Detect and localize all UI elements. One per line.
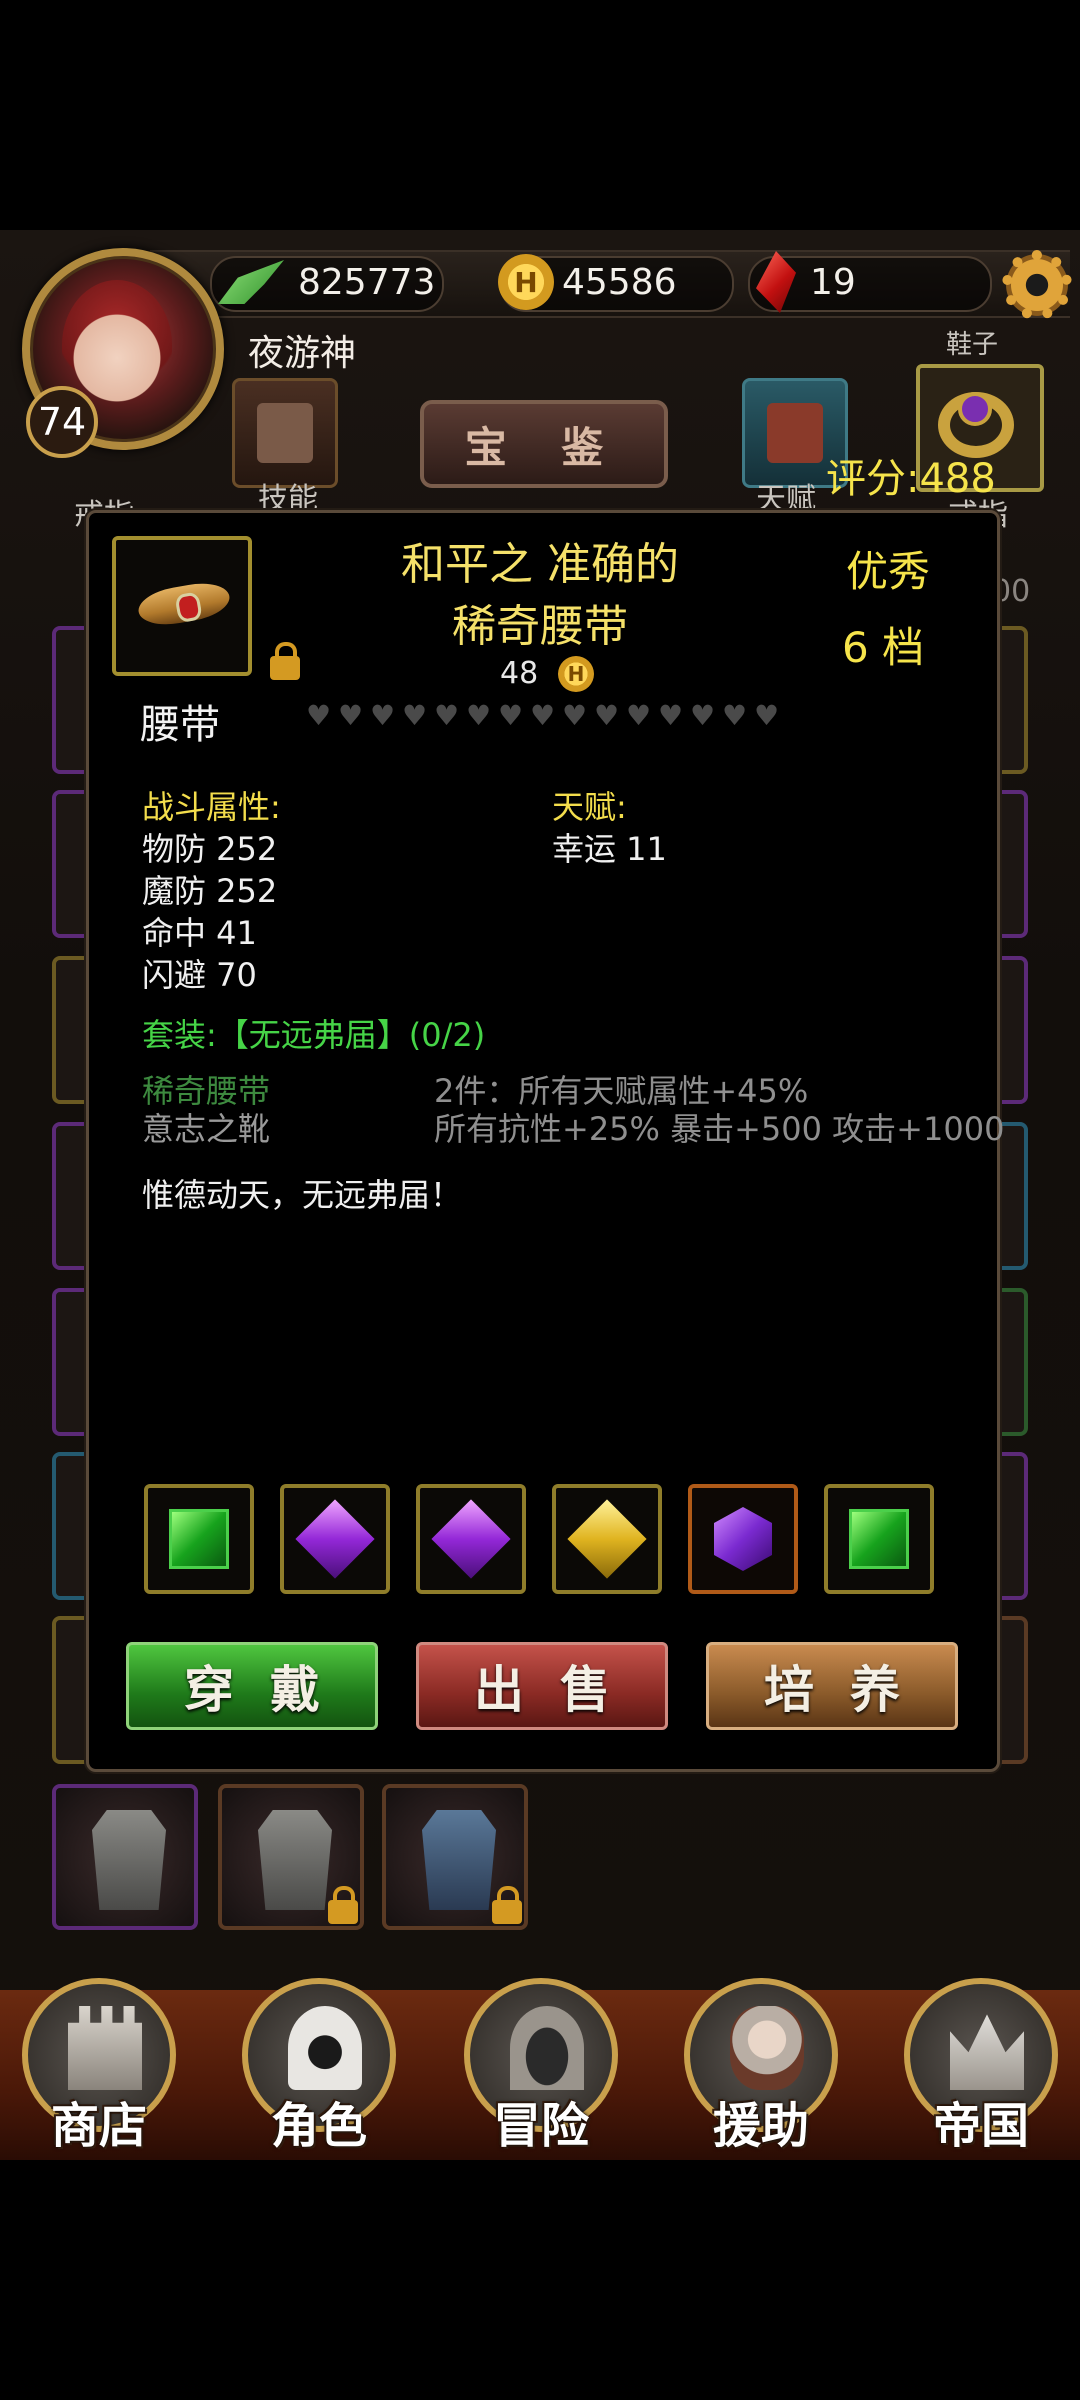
price-coin-icon: H [558, 656, 594, 692]
wing-icon [218, 260, 284, 304]
armor-icon [258, 1810, 332, 1910]
armor-slot[interactable] [52, 1784, 198, 1930]
yellow-diamond-gem-icon [567, 1499, 647, 1579]
heart-icon: ♥ [306, 699, 332, 732]
heart-icon: ♥ [498, 699, 524, 732]
heart-icon: ♥ [562, 699, 588, 732]
item-tier: 6 档 [842, 623, 925, 672]
train-button[interactable]: 培养 [706, 1642, 958, 1730]
gem-socket-3[interactable] [416, 1484, 526, 1594]
purple-diamond-gem-icon [431, 1499, 511, 1579]
heart-rating: ♥ ♥ ♥ ♥ ♥ ♥ ♥ ♥ ♥ ♥ ♥ ♥ ♥ ♥ ♥ [306, 702, 782, 730]
armor-icon [92, 1810, 166, 1910]
armor-slot[interactable] [218, 1784, 364, 1930]
player-nickname: 夜游神 [248, 333, 357, 374]
set-piece-missing: 意志之靴 [142, 1110, 271, 1148]
heart-icon: ♥ [338, 699, 364, 732]
lock-icon [328, 1886, 358, 1924]
armor-slot[interactable] [382, 1784, 528, 1930]
lock-icon [492, 1886, 522, 1924]
cross-book-icon [767, 403, 823, 463]
item-affix-title: 和平之 准确的 [401, 539, 679, 590]
exp-display: 825773 [218, 250, 435, 314]
sell-button[interactable]: 出售 [416, 1642, 668, 1730]
nav-character-label: 角色 [270, 2098, 367, 2154]
stat-luck: 幸运 11 [552, 830, 667, 868]
heart-icon: ♥ [658, 699, 684, 732]
nav-adventure-label: 冒险 [492, 2098, 589, 2154]
heart-icon: ♥ [434, 699, 460, 732]
gem-socket-4[interactable] [552, 1484, 662, 1594]
score-display: 评分:488 [826, 456, 996, 502]
heart-icon: ♥ [466, 699, 492, 732]
heart-icon: ♥ [402, 699, 428, 732]
nav-shop[interactable]: 商店 [14, 1978, 184, 2158]
heart-icon: ♥ [690, 699, 716, 732]
heart-icon: ♥ [722, 699, 748, 732]
item-quality: 优秀 [846, 547, 931, 596]
nav-character[interactable]: 角色 [234, 1978, 404, 2158]
gem-socket-5[interactable] [688, 1484, 798, 1594]
gem-socket-6[interactable] [824, 1484, 934, 1594]
red-crystal-icon [756, 251, 796, 313]
nav-assist[interactable]: 援助 [676, 1978, 846, 2158]
skill-book-button[interactable] [232, 378, 338, 488]
nav-adventure[interactable]: 冒险 [456, 1978, 626, 2158]
green-square-gem-icon [849, 1509, 909, 1569]
purple-hex-gem-icon [714, 1507, 772, 1571]
gem-socket-2[interactable] [280, 1484, 390, 1594]
lock-icon[interactable] [270, 642, 300, 680]
heart-icon: ♥ [370, 699, 396, 732]
stat-magic-defense: 魔防 252 [142, 872, 278, 910]
set-title: 套装:【无远弗届】(0/2) [142, 1016, 486, 1054]
heart-icon: ♥ [594, 699, 620, 732]
stat-dodge: 闪避 70 [142, 956, 257, 994]
heart-icon: ♥ [754, 699, 780, 732]
shoes-label: 鞋子 [946, 330, 999, 360]
gold-coin-icon: H [498, 254, 554, 310]
gold-value: 45586 [562, 261, 677, 303]
item-price: 48 [500, 656, 539, 691]
nav-assist-label: 援助 [712, 2098, 809, 2154]
talent-stats-title: 天赋: [552, 788, 627, 826]
heart-icon: ♥ [530, 699, 556, 732]
green-square-gem-icon [169, 1509, 229, 1569]
gem-socket-1[interactable] [144, 1484, 254, 1594]
item-type: 腰带 [140, 702, 220, 748]
set-effect-2: 所有抗性+25% 暴击+500 攻击+1000 [434, 1110, 1005, 1148]
equip-button[interactable]: 穿戴 [126, 1642, 378, 1730]
stat-hit: 命中 41 [142, 914, 257, 952]
level-badge: 74 [26, 386, 98, 458]
exp-value: 825773 [298, 261, 436, 303]
settings-gear-icon[interactable] [1002, 250, 1072, 320]
nav-shop-label: 商店 [50, 2098, 147, 2154]
blue-armor-icon [422, 1810, 496, 1910]
belt-icon [135, 578, 233, 630]
gem-value: 19 [810, 261, 856, 303]
item-flavor-text: 惟德动天，无远弗届！ [142, 1176, 463, 1214]
treasure-button[interactable]: 宝 鉴 [420, 400, 668, 488]
gold-display: H 45586 [498, 250, 677, 314]
item-name: 稀奇腰带 [452, 601, 628, 652]
nav-empire[interactable]: 帝国 [896, 1978, 1066, 2158]
nav-empire-label: 帝国 [932, 2098, 1029, 2154]
item-icon-slot [112, 536, 252, 676]
gem-display: 19 [756, 250, 856, 314]
fist-book-icon [257, 403, 313, 463]
heart-icon: ♥ [626, 699, 652, 732]
purple-diamond-gem-icon [295, 1499, 375, 1579]
stat-physical-defense: 物防 252 [142, 830, 278, 868]
combat-stats-title: 战斗属性: [142, 788, 281, 826]
